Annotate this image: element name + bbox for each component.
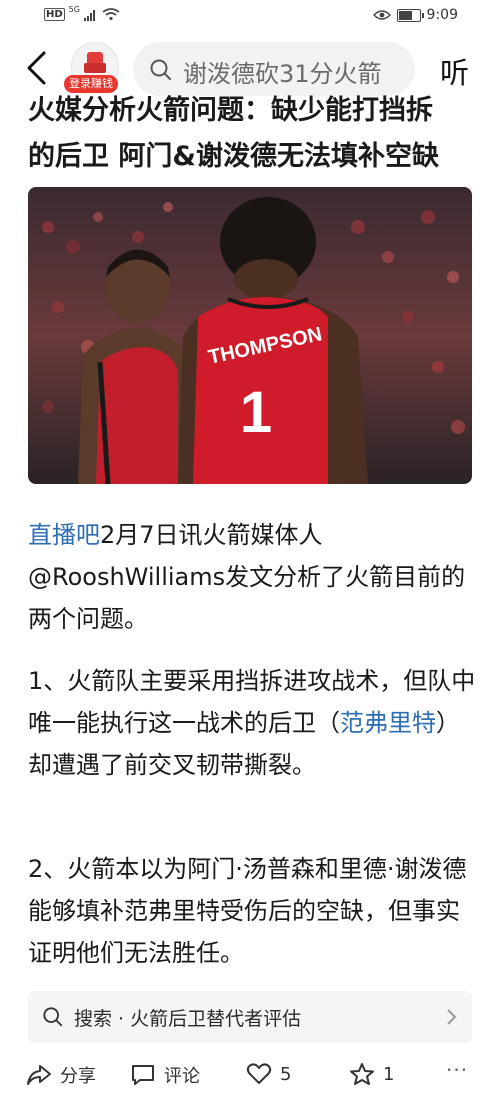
login-avatar-button[interactable]: 登录赚钱 bbox=[64, 42, 124, 98]
status-left: HD 5G bbox=[44, 5, 120, 21]
search-query-text: 谢泼德砍31分火箭 bbox=[183, 60, 382, 88]
back-arrow-icon bbox=[27, 51, 46, 85]
comment-icon bbox=[132, 1065, 154, 1085]
gift-base bbox=[84, 63, 106, 73]
bottom-action-bar: 分享 评论 5 1 ··· bbox=[0, 1052, 500, 1100]
eye-icon bbox=[372, 10, 391, 20]
like-count: 5 bbox=[280, 1063, 292, 1085]
favorite-count: 1 bbox=[383, 1063, 395, 1085]
clock: 9:09 bbox=[426, 7, 458, 23]
share-icon bbox=[27, 1065, 51, 1085]
related-search-card[interactable]: 搜索 · 火箭后卫替代者评估 bbox=[28, 991, 472, 1043]
share-button[interactable]: 分享 bbox=[26, 1062, 96, 1088]
article-photo[interactable]: THOMPSON 1 bbox=[28, 187, 472, 484]
player-link-vanvleet[interactable]: 范弗里特 bbox=[340, 709, 436, 737]
wifi-icon bbox=[102, 8, 120, 21]
title-line-1: 火媒分析火箭问题：缺少能打挡拆 bbox=[28, 95, 433, 126]
battery-icon bbox=[396, 8, 424, 22]
network-type: 5G bbox=[68, 5, 80, 14]
star-icon bbox=[350, 1063, 374, 1085]
favorite-button[interactable]: 1 bbox=[349, 1062, 394, 1086]
comment-button[interactable]: 评论 bbox=[130, 1062, 200, 1088]
search-icon bbox=[43, 1007, 63, 1027]
paragraph-2: 1、火箭队主要采用挡拆进攻战术，但队中唯一能执行这一战术的后卫（范弗里特）却遭遇… bbox=[28, 660, 478, 786]
article-title: 火媒分析火箭问题：缺少能打挡拆 的后卫 阿门&谢泼德无法填补空缺 bbox=[28, 92, 478, 184]
hd-indicator: HD bbox=[44, 8, 65, 21]
share-label: 分享 bbox=[60, 1066, 96, 1087]
paragraph-3: 2、火箭本以为阿门·汤普森和里德·谢泼德能够填补范弗里特受伤后的空缺，但事实证明… bbox=[28, 855, 467, 967]
status-bar: HD 5G 9:09 bbox=[0, 0, 500, 34]
heart-icon bbox=[246, 1063, 272, 1084]
basketball-players-image: THOMPSON 1 bbox=[28, 187, 472, 484]
status-right: 9:09 bbox=[372, 7, 458, 23]
jersey-number: 1 bbox=[240, 380, 272, 445]
related-search-text: 搜索 · 火箭后卫替代者评估 bbox=[74, 1008, 302, 1030]
back-button[interactable] bbox=[22, 50, 52, 86]
title-line-2: 的后卫 阿门&谢泼德无法填补空缺 bbox=[28, 141, 439, 172]
comment-label: 评论 bbox=[164, 1066, 200, 1087]
login-earn-badge: 登录赚钱 bbox=[64, 75, 118, 93]
signal-icon bbox=[83, 9, 95, 21]
search-bar[interactable]: 谢泼德砍31分火箭 bbox=[133, 42, 415, 96]
top-nav: 登录赚钱 谢泼德砍31分火箭 听 bbox=[0, 36, 500, 100]
listen-button[interactable]: 听 bbox=[440, 50, 469, 92]
more-button[interactable]: ··· bbox=[446, 1058, 468, 1082]
search-icon bbox=[150, 59, 171, 80]
like-button[interactable]: 5 bbox=[246, 1062, 291, 1086]
source-link[interactable]: 直播吧 bbox=[28, 521, 100, 549]
paragraph-1: 直播吧2月7日讯火箭媒体人@RooshWilliams发文分析了火箭目前的两个问… bbox=[28, 514, 478, 640]
chevron-right-icon bbox=[447, 1009, 457, 1025]
